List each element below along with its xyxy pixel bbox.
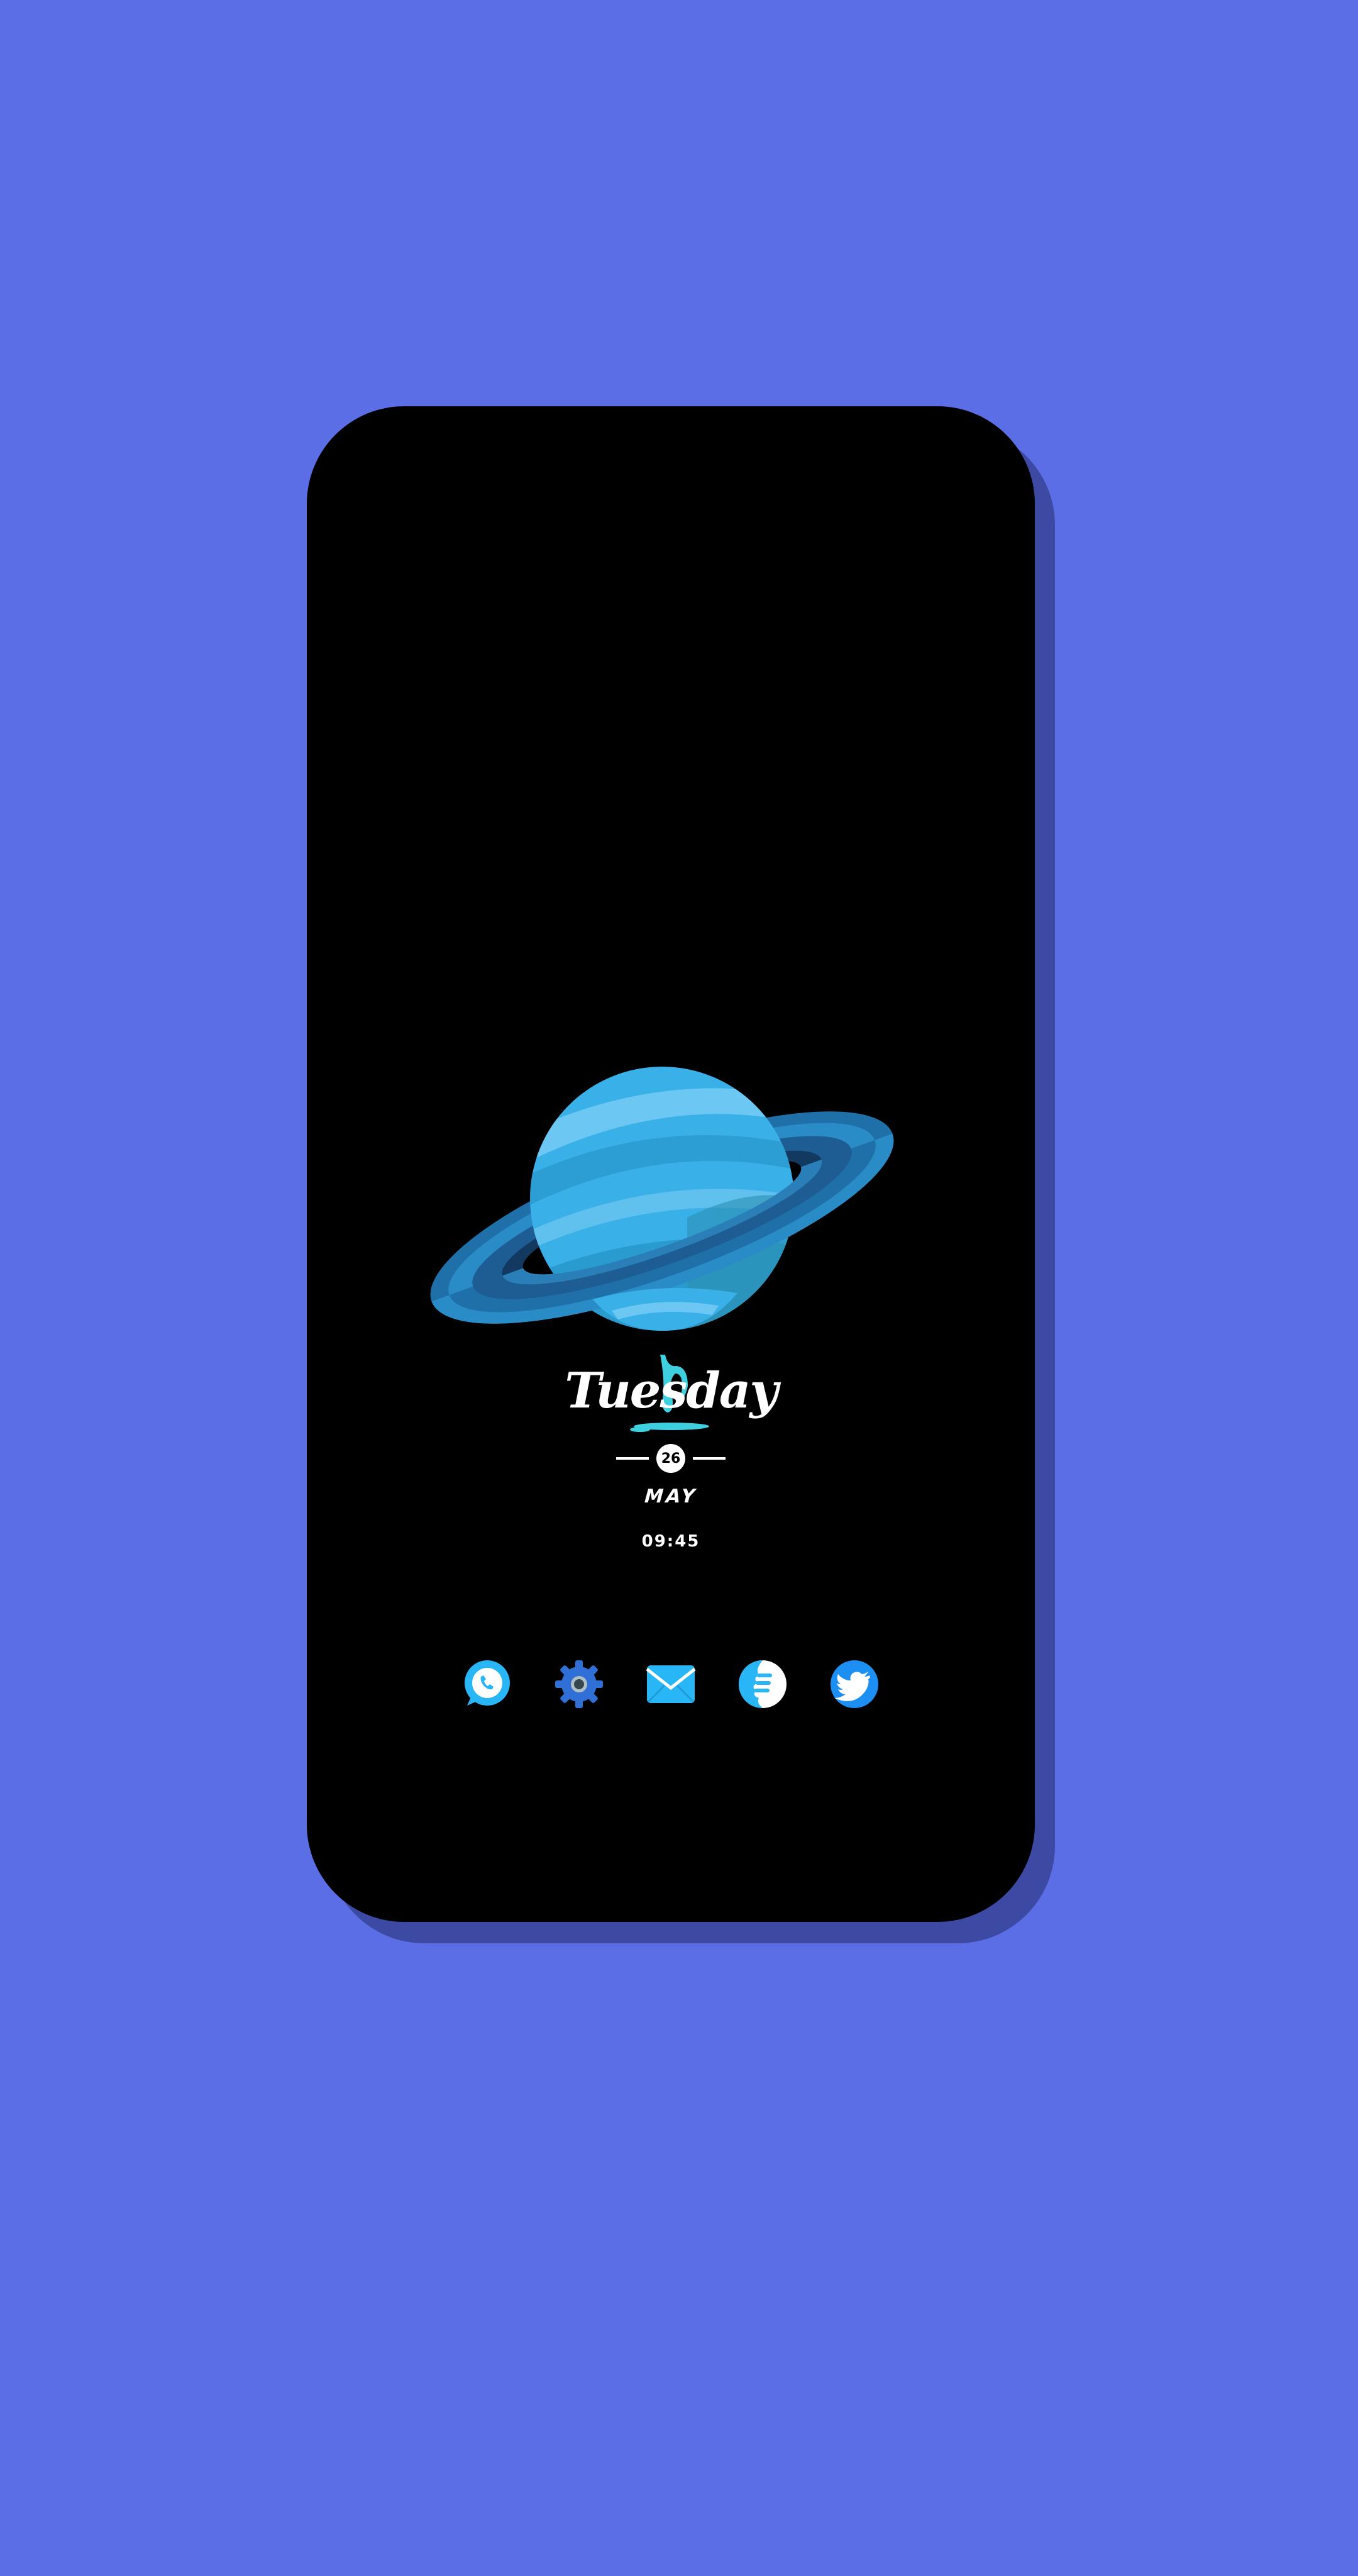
month-label: MAY xyxy=(641,1485,700,1507)
planet-wallpaper xyxy=(423,1029,926,1381)
phone-app-button[interactable] xyxy=(462,1659,512,1709)
browser-app-button[interactable] xyxy=(737,1659,788,1709)
clock-time: 09:45 xyxy=(641,1532,700,1551)
twitter-bird-icon xyxy=(831,1660,878,1708)
twitter-app-button[interactable] xyxy=(829,1659,880,1709)
date-divider-right xyxy=(693,1457,726,1460)
mail-app-button[interactable] xyxy=(646,1659,696,1709)
phone-screen: Tuesday 26 MAY 09:45 xyxy=(307,406,1035,1922)
date-row: 26 xyxy=(307,1443,1035,1474)
splash-underline xyxy=(630,1423,709,1432)
mail-icon xyxy=(646,1665,696,1703)
app-dock xyxy=(307,1659,1035,1712)
settings-app-button[interactable] xyxy=(554,1659,604,1709)
gear-icon xyxy=(555,1660,603,1708)
date-badge: 26 xyxy=(656,1444,685,1473)
browser-icon xyxy=(739,1660,787,1708)
date-divider-left xyxy=(616,1457,649,1460)
phone-chat-icon xyxy=(465,1660,510,1706)
day-of-week: Tuesday xyxy=(565,1362,778,1419)
